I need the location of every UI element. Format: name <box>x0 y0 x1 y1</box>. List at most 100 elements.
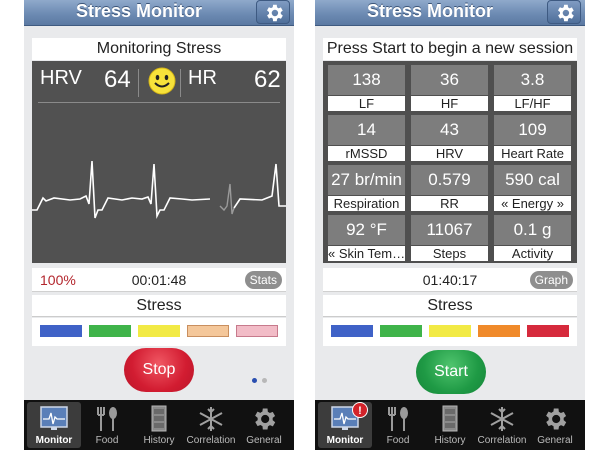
fork-spoon-icon <box>388 407 408 431</box>
metric-value: 14 <box>328 115 405 145</box>
stress-level-3 <box>429 325 471 337</box>
metric-label: rMSSD <box>328 146 405 161</box>
stress-level-scale <box>323 318 577 346</box>
metric-value: 0.1 g <box>494 215 571 245</box>
metric-label: « Energy » <box>494 196 571 211</box>
tab-label: Correlation <box>186 435 236 446</box>
metric-value: 36 <box>411 65 488 95</box>
tab-monitor[interactable]: Monitor <box>27 402 81 448</box>
metric-energy[interactable]: 590 cal « Energy » <box>491 162 574 212</box>
stress-level-5 <box>236 325 278 337</box>
tab-label: Monitor <box>326 435 364 446</box>
hr-label: HR <box>188 67 217 89</box>
snowflake-icon <box>490 407 514 431</box>
divider <box>38 102 280 103</box>
cabinet-icon <box>151 405 167 432</box>
stress-level-2 <box>380 325 422 337</box>
metric-value: 0.579 <box>411 165 488 195</box>
stress-level-5 <box>527 325 569 337</box>
tab-label: Monitor <box>35 435 73 446</box>
tab-food[interactable]: Food <box>371 402 425 448</box>
hrv-label: HRV <box>40 67 82 89</box>
nav-title: Stress Monitor <box>75 1 203 21</box>
metric-label: LF/HF <box>494 96 571 111</box>
stress-label: Stress <box>323 295 577 317</box>
metric-hf[interactable]: 36 HF <box>408 62 491 112</box>
session-status-bar: 100% 00:01:48 Stats <box>32 268 286 292</box>
metric-value: 43 <box>411 115 488 145</box>
metric-steps[interactable]: 11067 Steps <box>408 212 491 262</box>
tab-history[interactable]: History <box>132 402 186 448</box>
stress-level-scale <box>32 318 286 346</box>
tab-bar: Monitor Food History Correlation General <box>24 400 294 450</box>
tab-food[interactable]: Food <box>80 402 134 448</box>
metric-value: 92 °F <box>328 215 405 245</box>
monitoring-screen: Stress Monitor Monitoring Stress HRV 64 … <box>24 0 294 450</box>
metric-value: 3.8 <box>494 65 571 95</box>
page-dot <box>262 378 267 383</box>
tab-general[interactable]: General <box>528 402 582 448</box>
metric-label: Heart Rate <box>494 146 571 161</box>
stop-button[interactable]: Stop <box>124 348 194 392</box>
tab-label: General <box>537 435 573 446</box>
tab-label: General <box>246 435 282 446</box>
stress-level-2 <box>89 325 131 337</box>
graph-button[interactable]: Graph <box>529 271 573 289</box>
metric-respiration[interactable]: 27 br/min Respiration <box>325 162 408 212</box>
session-header: Press Start to begin a new session <box>323 38 577 60</box>
divider <box>180 69 181 97</box>
metric-label: Respiration <box>328 196 405 211</box>
tab-bar: ! Monitor Food History Correlation Gener… <box>315 400 585 450</box>
metric-value: 27 br/min <box>328 165 405 195</box>
settings-button[interactable] <box>547 0 581 24</box>
gear-icon <box>255 408 276 430</box>
metric-label: « Skin Tem… <box>328 246 405 261</box>
stress-level-3 <box>138 325 180 337</box>
metric-label: LF <box>328 96 405 111</box>
metrics-grid: 138 LF 36 HF 3.8 LF/HF 14 rMSSD 43 HRV 1… <box>323 61 577 263</box>
session-summary-screen: Stress Monitor Press Start to begin a ne… <box>315 0 585 450</box>
nav-bar: Stress Monitor <box>315 0 585 26</box>
session-status-bar: 01:40:17 Graph <box>323 268 577 292</box>
cabinet-icon <box>442 405 458 432</box>
metric-heart-rate[interactable]: 109 Heart Rate <box>491 112 574 162</box>
metric-label: Steps <box>411 246 488 261</box>
metric-lf-hf[interactable]: 3.8 LF/HF <box>491 62 574 112</box>
metric-rmssd[interactable]: 14 rMSSD <box>325 112 408 162</box>
start-button[interactable]: Start <box>416 350 486 394</box>
metric-label: HF <box>411 96 488 111</box>
metric-value: 11067 <box>411 215 488 245</box>
metric-value: 590 cal <box>494 165 571 195</box>
metric-rr[interactable]: 0.579 RR <box>408 162 491 212</box>
metric-activity[interactable]: 0.1 g Activity <box>491 212 574 262</box>
page-indicator[interactable] <box>252 370 272 388</box>
stress-level-4 <box>478 325 520 337</box>
tab-label: History <box>434 435 466 446</box>
metric-lf[interactable]: 138 LF <box>325 62 408 112</box>
stress-level-4 <box>187 325 229 337</box>
nav-bar: Stress Monitor <box>24 0 294 26</box>
fork-spoon-icon <box>97 407 117 431</box>
tab-label: History <box>143 435 175 446</box>
settings-button[interactable] <box>256 0 290 24</box>
snowflake-icon <box>199 407 223 431</box>
tab-correlation[interactable]: Correlation <box>475 402 529 448</box>
tab-history[interactable]: History <box>423 402 477 448</box>
metric-label: RR <box>411 196 488 211</box>
tab-monitor[interactable]: ! Monitor <box>318 402 372 448</box>
gear-icon <box>267 4 283 22</box>
gear-icon <box>546 408 567 430</box>
ecg-waveform <box>32 160 286 220</box>
tab-label: Food <box>386 435 410 446</box>
metric-value: 109 <box>494 115 571 145</box>
metric-hrv[interactable]: 43 HRV <box>408 112 491 162</box>
stats-button[interactable]: Stats <box>244 271 282 289</box>
stress-label: Stress <box>32 295 286 317</box>
metric-skin-temperature[interactable]: 92 °F « Skin Tem… <box>325 212 408 262</box>
tab-general[interactable]: General <box>237 402 291 448</box>
tab-correlation[interactable]: Correlation <box>184 402 238 448</box>
metric-label: Activity <box>494 246 571 261</box>
metric-label: HRV <box>411 146 488 161</box>
stress-level-1 <box>40 325 82 337</box>
alert-badge: ! <box>352 402 368 418</box>
